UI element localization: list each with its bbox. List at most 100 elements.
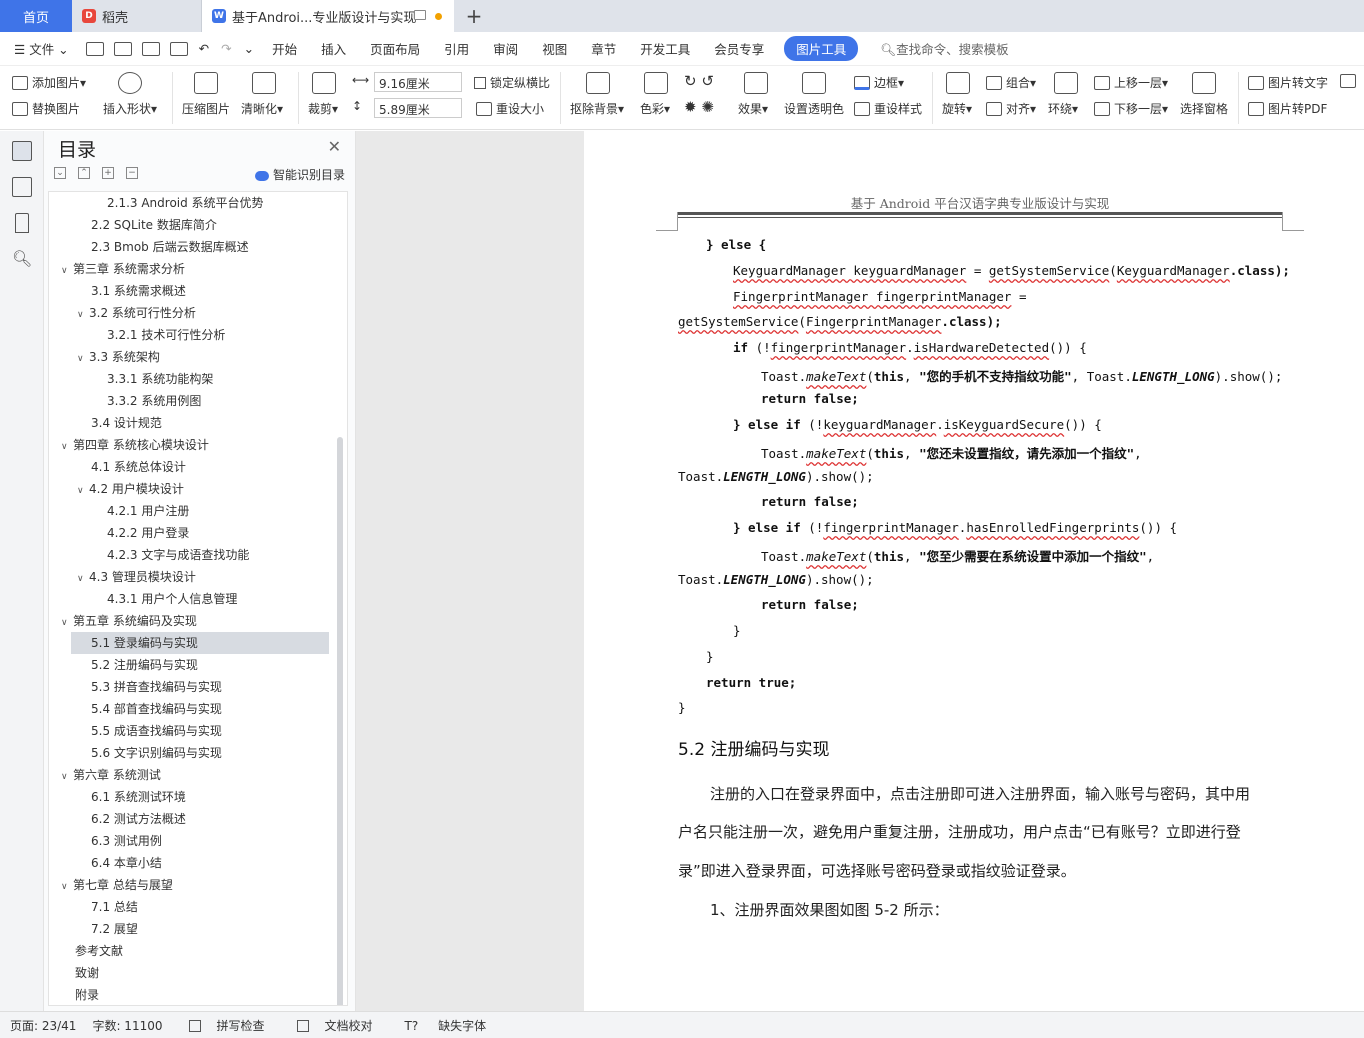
collapse-all-icon[interactable]: ⌄ [54,167,66,179]
toc-item[interactable]: 附录 [49,984,329,1005]
undo-icon[interactable]: ↶ [193,41,215,56]
chevron-down-icon[interactable]: ∨ [61,612,73,634]
print-icon[interactable] [141,41,160,56]
menu-start[interactable]: 开始 [260,39,309,58]
toc-item[interactable]: 4.2.3 文字与成语查找功能 [49,544,329,566]
wrap-icon[interactable] [1054,72,1078,94]
chevron-down-icon[interactable]: ∨ [61,260,73,282]
color-icon[interactable] [644,72,668,94]
toc-item[interactable]: 4.3.1 用户个人信息管理 [49,588,329,610]
command-search[interactable]: 🔍︎查找命令、搜索模板 [868,39,1020,58]
effect-icon[interactable] [744,72,768,94]
page-count[interactable]: 页面: 23/41 [10,1017,76,1034]
toc-scrollbar[interactable] [337,437,343,1005]
file-menu[interactable]: ☰ 文件 ⌄ [0,39,81,58]
quick-access-dropdown-icon[interactable]: ⌄ [238,41,260,56]
group-button[interactable]: 组合 ▾ [986,74,1036,91]
toc-item[interactable]: ∨ 4.2 用户模块设计 [49,478,329,500]
expand-all-icon[interactable]: ⌃ [78,167,90,179]
toc-item[interactable]: 7.2 展望 [49,918,329,940]
sharpen-button[interactable]: 清晰化 ▾ [241,100,283,117]
crop-icon[interactable] [312,72,336,94]
chevron-down-icon[interactable]: ∨ [77,568,89,590]
toc-item[interactable]: 参考文献 [49,940,329,962]
chevron-down-icon[interactable]: ∨ [77,304,89,326]
toc-item[interactable]: 6.1 系统测试环境 [49,786,329,808]
toc-item[interactable]: 5.5 成语查找编码与实现 [49,720,329,742]
preview-icon[interactable] [169,41,188,56]
lock-ratio-checkbox[interactable]: 锁定纵横比 [474,74,550,91]
replace-image-button[interactable]: 替换图片 [12,100,80,117]
chevron-down-icon[interactable]: ∨ [61,876,73,898]
toc-item[interactable]: 3.3.1 系统功能构架 [49,368,329,390]
remove-bg-icon[interactable] [586,72,610,94]
find-icon[interactable]: 🔍︎ [12,249,32,269]
bookmark-icon[interactable] [15,213,29,233]
toc-item[interactable]: 5.1 登录编码与实现 [71,632,329,654]
missing-font-button[interactable]: T? 缺失字体 [395,1017,493,1034]
toc-item[interactable]: 6.2 测试方法概述 [49,808,329,830]
menu-member[interactable]: 会员专享 [702,39,776,58]
selection-pane-button[interactable]: 选择窗格 [1180,100,1228,117]
redo-icon[interactable]: ↷ [215,41,237,56]
menu-insert[interactable]: 插入 [309,39,358,58]
add-image-button[interactable]: 添加图片 ▾ [12,74,86,91]
width-field[interactable]: 9.16厘米 [374,72,462,92]
toc-item[interactable]: 6.3 测试用例 [49,830,329,852]
compress-icon[interactable] [194,72,218,94]
reset-style-button[interactable]: 重设样式 [854,100,922,117]
send-backward-button[interactable]: 下移一层 ▾ [1094,100,1168,117]
brightness-icon[interactable]: ↻ ↺ [684,72,714,90]
toc-item[interactable]: 7.1 总结 [49,896,329,918]
insert-shape-button[interactable]: 插入形状 ▾ [103,100,157,117]
menu-layout[interactable]: 页面布局 [358,39,432,58]
img-to-text-button[interactable]: 图片转文字 [1248,74,1328,91]
menu-review[interactable]: 审阅 [481,39,530,58]
toc-item[interactable]: 4.2.1 用户注册 [49,500,329,522]
reset-size-button[interactable]: 重设大小 [476,100,544,117]
menu-devtools[interactable]: 开发工具 [628,39,702,58]
tab-daoke[interactable]: D 稻壳 [72,0,202,32]
rotate-icon[interactable] [946,72,970,94]
contrast-icon[interactable]: ✹ ✺ [684,98,714,116]
chevron-down-icon[interactable]: ∨ [77,348,89,370]
save-icon[interactable] [85,41,104,56]
toc-item[interactable]: 2.2 SQLite 数据库简介 [49,214,329,236]
toc-item[interactable]: 5.3 拼音查找编码与实现 [49,676,329,698]
menu-section[interactable]: 章节 [579,39,628,58]
toc-item[interactable]: 6.4 本章小结 [49,852,329,874]
border-button[interactable]: 边框 ▾ [854,74,904,91]
toc-item[interactable]: ∨ 4.3 管理员模块设计 [49,566,329,588]
toc-item[interactable]: ∨ 3.2 系统可行性分析 [49,302,329,324]
new-tab-button[interactable]: + [454,0,494,32]
toc-item[interactable]: ∨ 第三章 系统需求分析 [49,258,329,280]
chapter-nav-icon[interactable] [12,177,32,197]
tab-home[interactable]: 首页 [0,0,72,32]
menu-picture-tools[interactable]: 图片工具 [784,36,859,61]
toc-item[interactable]: 3.3.2 系统用例图 [49,390,329,412]
export-icon[interactable] [113,41,132,56]
bring-forward-button[interactable]: 上移一层 ▾ [1094,74,1168,91]
menu-view[interactable]: 视图 [530,39,579,58]
toc-item[interactable]: ∨ 第五章 系统编码及实现 [49,610,329,632]
wrap-button[interactable]: 环绕 ▾ [1048,100,1078,117]
effect-button[interactable]: 效果 ▾ [738,100,768,117]
toc-item[interactable]: 4.2.2 用户登录 [49,522,329,544]
remove-toc-item-icon[interactable]: − [126,167,138,179]
toc-item[interactable]: 5.6 文字识别编码与实现 [49,742,329,764]
transparent-icon[interactable] [802,72,826,94]
spell-check-button[interactable]: 拼写检查 [179,1017,271,1034]
toc-item[interactable]: ∨ 3.3 系统架构 [49,346,329,368]
toc-item[interactable]: 3.4 设计规范 [49,412,329,434]
close-icon[interactable]: ✕ [328,137,341,156]
monitor-icon[interactable] [414,10,426,20]
toc-item[interactable]: 2.1.3 Android 系统平台优势 [49,192,329,214]
remove-bg-button[interactable]: 抠除背景 ▾ [570,100,624,117]
insert-shape-icon[interactable] [118,72,142,94]
toc-item[interactable]: 3.1 系统需求概述 [49,280,329,302]
chevron-down-icon[interactable]: ∨ [77,480,89,502]
toc-item[interactable]: 2.3 Bmob 后端云数据库概述 [49,236,329,258]
set-transparent-button[interactable]: 设置透明色 [784,100,844,117]
height-field[interactable]: 5.89厘米 [374,98,462,118]
more-tools-icon[interactable] [1340,74,1360,88]
